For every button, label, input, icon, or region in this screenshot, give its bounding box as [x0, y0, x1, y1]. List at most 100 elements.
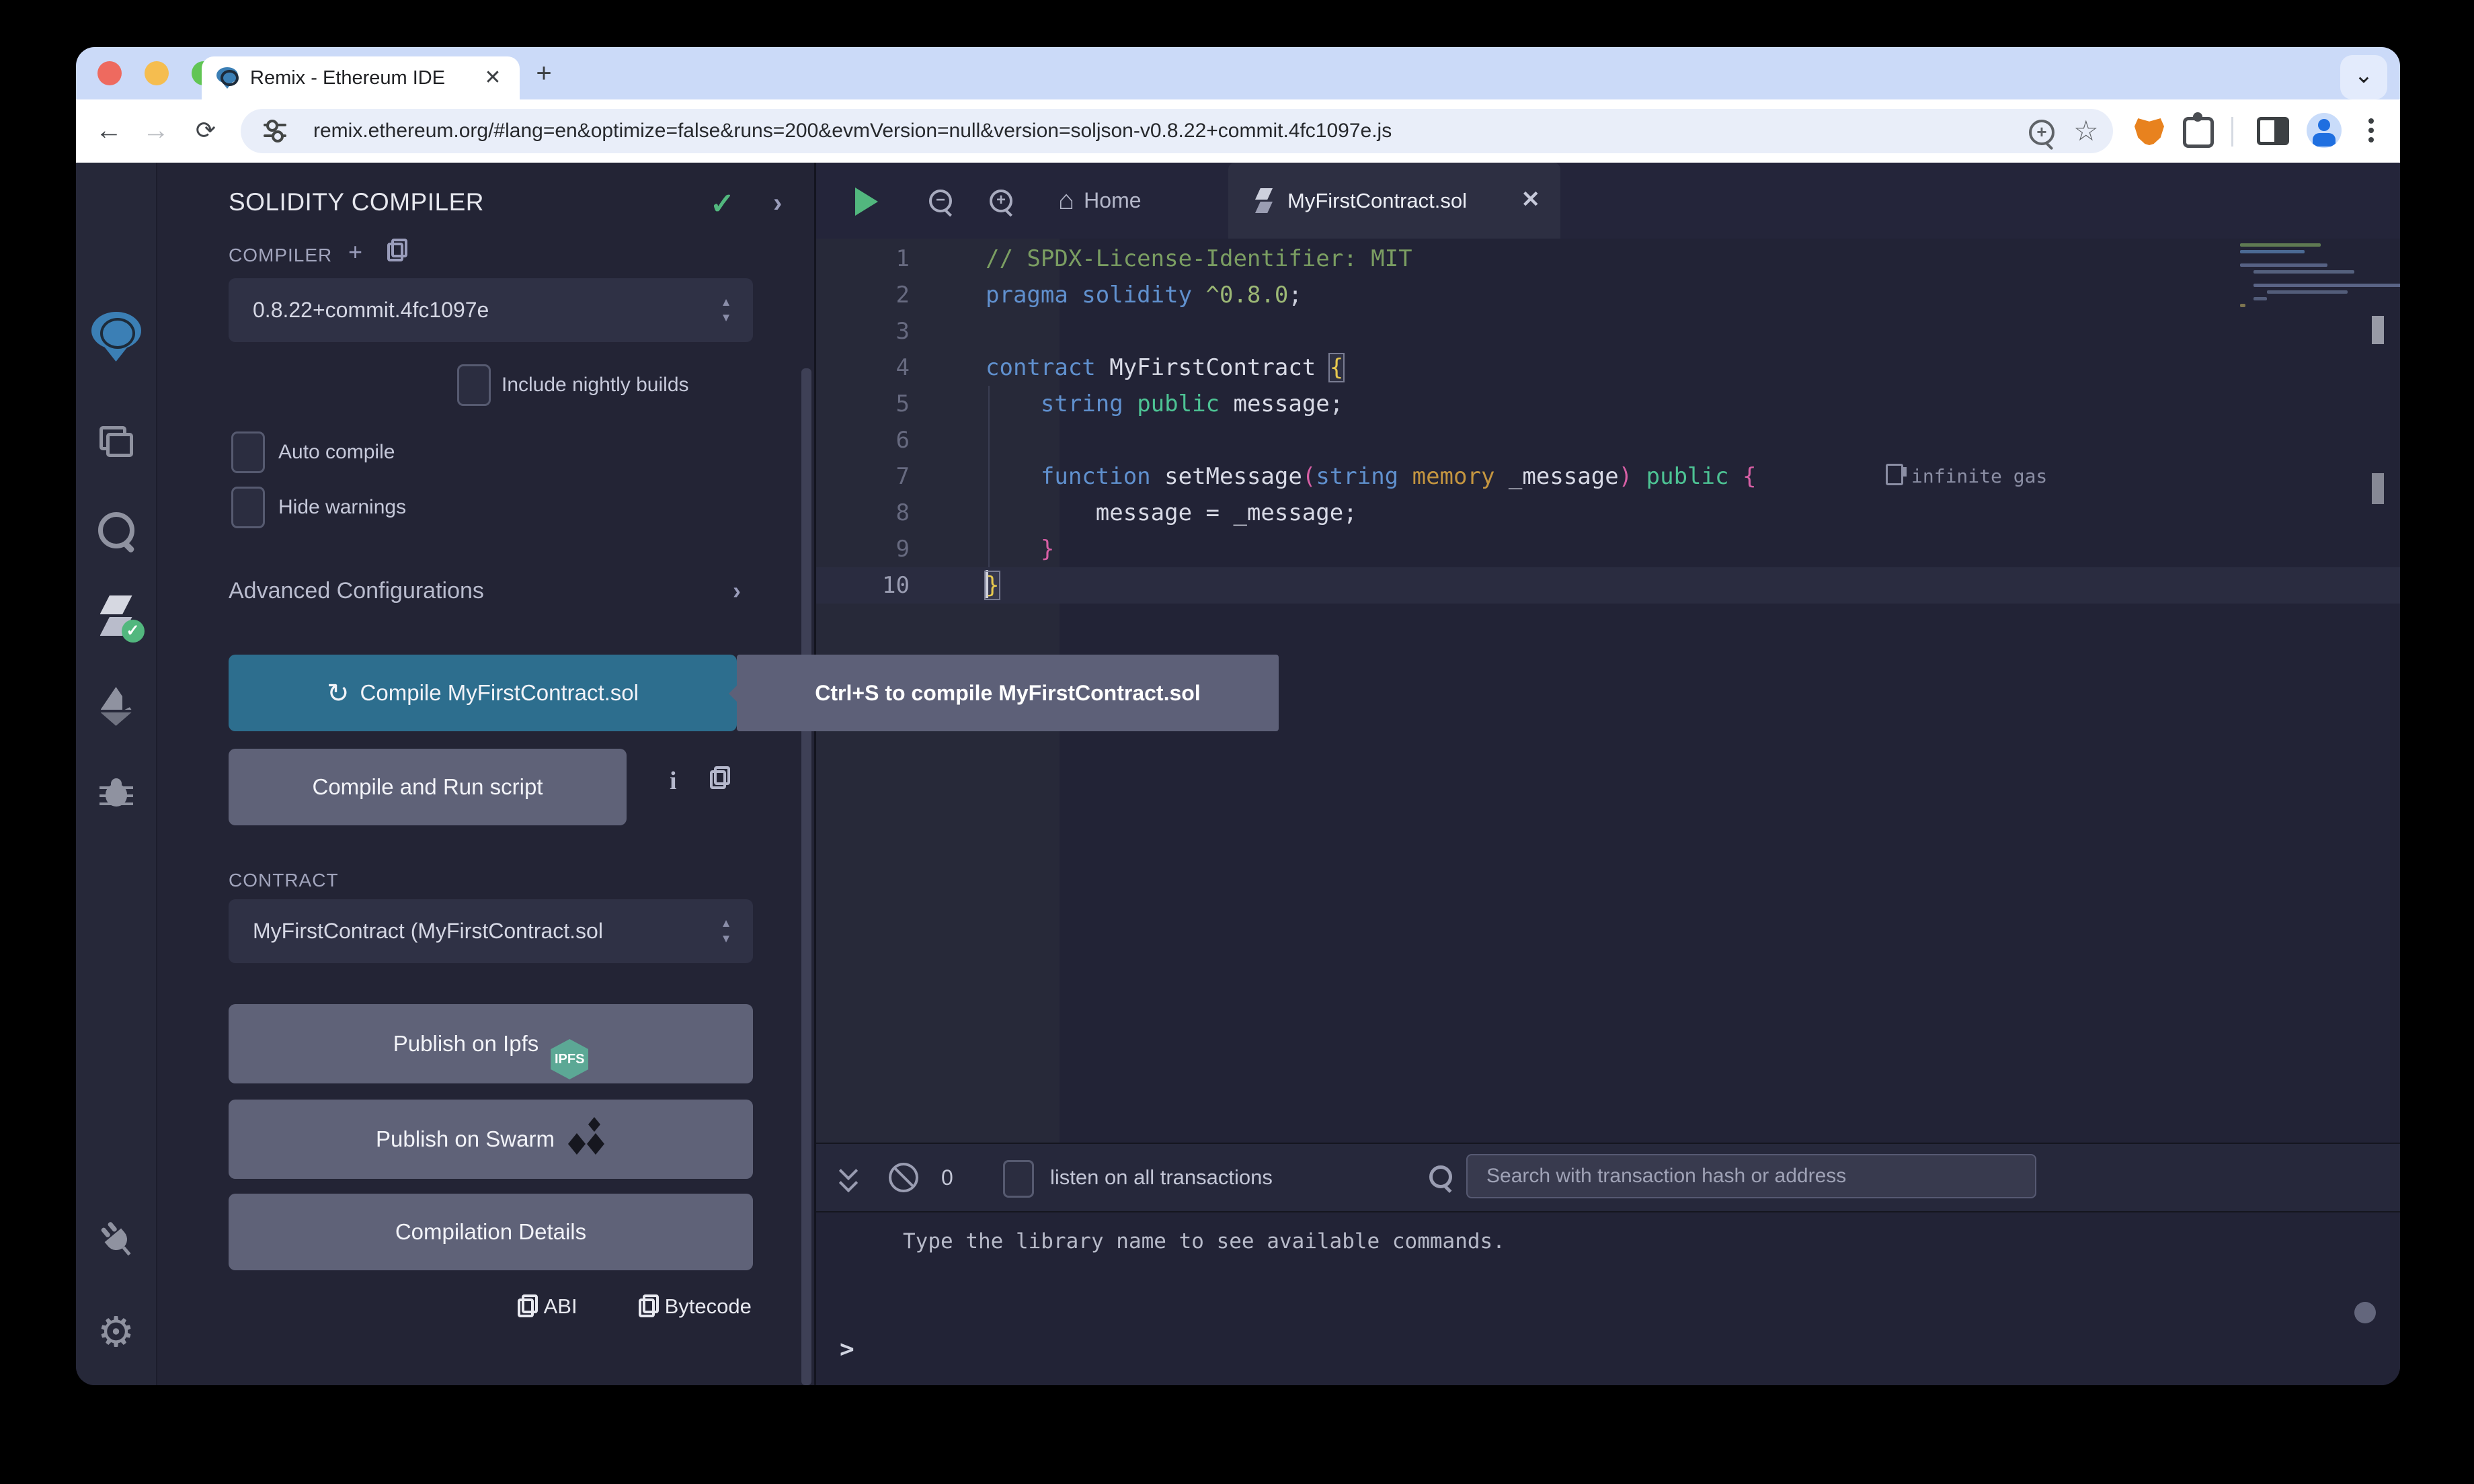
- debugger-icon[interactable]: [76, 778, 156, 813]
- publish-ipfs-button[interactable]: Publish on IpfsIPFS: [229, 1004, 753, 1083]
- terminal: 0 listen on all transactions Type the li…: [816, 1143, 2400, 1385]
- settings-icon[interactable]: ⚙: [76, 1312, 156, 1354]
- indent-guide: [988, 386, 990, 567]
- code-line[interactable]: 2pragma solidity ^0.8.0;: [816, 277, 2400, 313]
- clear-transactions-icon[interactable]: [889, 1163, 918, 1192]
- plugin-manager-icon[interactable]: [76, 1222, 156, 1260]
- contract-select[interactable]: MyFirstContract (MyFirstContract.sol ▲▼: [229, 899, 753, 963]
- nightly-builds-checkbox[interactable]: [457, 364, 491, 406]
- copy-script-icon[interactable]: [710, 766, 730, 789]
- auto-compile-label: Auto compile: [278, 441, 395, 464]
- editor-minimap[interactable]: [2240, 243, 2372, 351]
- code-line[interactable]: 9 }: [816, 531, 2400, 567]
- compilation-details-button[interactable]: Compilation Details: [229, 1194, 753, 1270]
- browser-tab[interactable]: Remix - Ethereum IDE ✕: [202, 56, 520, 99]
- swarm-icon: [565, 1117, 606, 1157]
- code-line[interactable]: 3: [816, 313, 2400, 349]
- close-file-icon[interactable]: ✕: [1521, 163, 1541, 239]
- run-script-play-icon[interactable]: [855, 188, 878, 216]
- compile-sync-icon: ↻: [327, 679, 350, 708]
- forward-button[interactable]: →: [139, 99, 173, 163]
- remix-logo-icon[interactable]: [76, 312, 156, 365]
- compile-and-run-button[interactable]: Compile and Run script: [229, 749, 627, 825]
- tab-myfirstcontract[interactable]: MyFirstContract.sol ✕: [1228, 163, 1560, 239]
- address-bar[interactable]: remix.ethereum.org/#lang=en&optimize=fal…: [241, 109, 2113, 153]
- gas-estimate-note: infinite gas: [1886, 458, 2047, 495]
- contract-section-label: CONTRACT: [229, 870, 339, 891]
- code-line[interactable]: 8 message = _message;: [816, 495, 2400, 531]
- editor-scrollbar-thumb[interactable]: [2372, 316, 2384, 344]
- hide-warnings-checkbox[interactable]: [231, 487, 265, 528]
- panel-scrollbar[interactable]: [801, 368, 811, 1385]
- publish-swarm-button[interactable]: Publish on Swarm: [229, 1100, 753, 1179]
- solidity-compiler-icon[interactable]: ✓: [76, 595, 156, 641]
- close-tab-icon[interactable]: ✕: [481, 66, 505, 90]
- deploy-run-icon[interactable]: [76, 687, 156, 729]
- compile-button[interactable]: ↻Compile MyFirstContract.sol: [229, 655, 737, 731]
- advanced-configurations-toggle[interactable]: Advanced Configurations: [229, 578, 484, 604]
- copy-icon: [518, 1294, 538, 1317]
- code-area[interactable]: 1// SPDX-License-Identifier: MIT 2pragma…: [816, 241, 2400, 604]
- profile-avatar[interactable]: [2307, 113, 2342, 148]
- file-explorer-icon[interactable]: [76, 426, 156, 460]
- copy-bytecode-button[interactable]: Bytecode: [639, 1294, 752, 1319]
- license-file-icon[interactable]: [387, 235, 407, 263]
- auto-compile-checkbox[interactable]: [231, 431, 265, 473]
- browser-toolbar: ← → ⟳ remix.ethereum.org/#lang=en&optimi…: [76, 99, 2400, 163]
- site-settings-icon[interactable]: [264, 120, 286, 142]
- minimize-window-button[interactable]: [145, 61, 169, 85]
- compiler-version-select[interactable]: 0.8.22+commit.4fc1097e ▲▼: [229, 278, 753, 342]
- code-line[interactable]: 7 function setMessage(string memory _mes…: [816, 458, 2400, 495]
- remix-favicon-icon: [216, 67, 238, 89]
- reload-button[interactable]: ⟳: [189, 99, 223, 163]
- listen-transactions-checkbox[interactable]: [1003, 1160, 1034, 1198]
- scroll-indicator-dot[interactable]: [2354, 1302, 2376, 1323]
- add-compiler-icon[interactable]: +: [348, 238, 362, 266]
- code-line[interactable]: 6: [816, 422, 2400, 458]
- panel-expand-chevron-icon[interactable]: ›: [773, 188, 782, 218]
- zoom-page-icon[interactable]: +: [2029, 120, 2054, 145]
- terminal-search-input[interactable]: [1466, 1154, 2036, 1198]
- toolbar-divider: [2231, 117, 2233, 147]
- terminal-search-icon: [1429, 1165, 1452, 1188]
- tab-title: Remix - Ethereum IDE: [250, 56, 445, 99]
- back-button[interactable]: ←: [92, 99, 126, 163]
- info-icon[interactable]: i: [670, 766, 677, 796]
- editor-tab-bar: − + ⌂Home MyFirstContract.sol ✕: [816, 163, 2400, 239]
- minimap-slider[interactable]: [2372, 473, 2384, 504]
- extensions-icon[interactable]: [2183, 117, 2214, 148]
- copy-abi-button[interactable]: ABI: [518, 1294, 577, 1319]
- code-line[interactable]: 4contract MyFirstContract {: [816, 349, 2400, 386]
- zoom-out-icon[interactable]: −: [929, 190, 952, 212]
- copy-icon: [639, 1294, 659, 1317]
- search-icon[interactable]: [76, 512, 156, 552]
- terminal-toolbar: 0 listen on all transactions: [816, 1144, 2400, 1212]
- panel-title: SOLIDITY COMPILER: [229, 188, 484, 216]
- code-line-active[interactable]: 10}: [816, 567, 2400, 604]
- code-line[interactable]: 5 string public message;: [816, 386, 2400, 422]
- icon-sidebar: ✓ ⚙: [76, 163, 157, 1385]
- tab-home[interactable]: ⌂Home: [1058, 163, 1142, 239]
- code-editor: − + ⌂Home MyFirstContract.sol ✕ 1// SPDX…: [816, 163, 2400, 1143]
- metamask-extension-icon[interactable]: [2134, 118, 2164, 145]
- collapse-terminal-icon[interactable]: [842, 1164, 858, 1191]
- zoom-in-icon[interactable]: +: [990, 190, 1012, 212]
- compile-tooltip: Ctrl+S to compile MyFirstContract.sol: [737, 655, 1279, 731]
- compiler-section-label: COMPILER: [229, 245, 332, 266]
- new-tab-button[interactable]: +: [528, 58, 560, 90]
- terminal-prompt[interactable]: >: [840, 1335, 854, 1363]
- terminal-hint-text: Type the library name to see available c…: [903, 1229, 1505, 1253]
- home-icon: ⌂: [1058, 186, 1074, 215]
- url-text[interactable]: remix.ethereum.org/#lang=en&optimize=fal…: [313, 109, 1392, 153]
- browser-window: Remix - Ethereum IDE ✕ + ⌄ ← → ⟳ remix.e…: [76, 47, 2400, 1385]
- remix-app: ✓ ⚙ SOLIDITY COMPILER ✓ › COMPILER + 0.8…: [76, 163, 2400, 1385]
- code-line[interactable]: 1// SPDX-License-Identifier: MIT: [816, 241, 2400, 277]
- solidity-compiler-panel: SOLIDITY COMPILER ✓ › COMPILER + 0.8.22+…: [157, 163, 814, 1385]
- tab-search-button[interactable]: ⌄: [2340, 55, 2387, 99]
- bookmark-icon[interactable]: ☆: [2073, 114, 2099, 147]
- side-panel-icon[interactable]: [2257, 117, 2289, 145]
- browser-menu-icon[interactable]: [2368, 128, 2374, 133]
- nightly-builds-label: Include nightly builds: [502, 374, 689, 397]
- gas-pump-icon: [1886, 464, 1903, 485]
- close-window-button[interactable]: [97, 61, 122, 85]
